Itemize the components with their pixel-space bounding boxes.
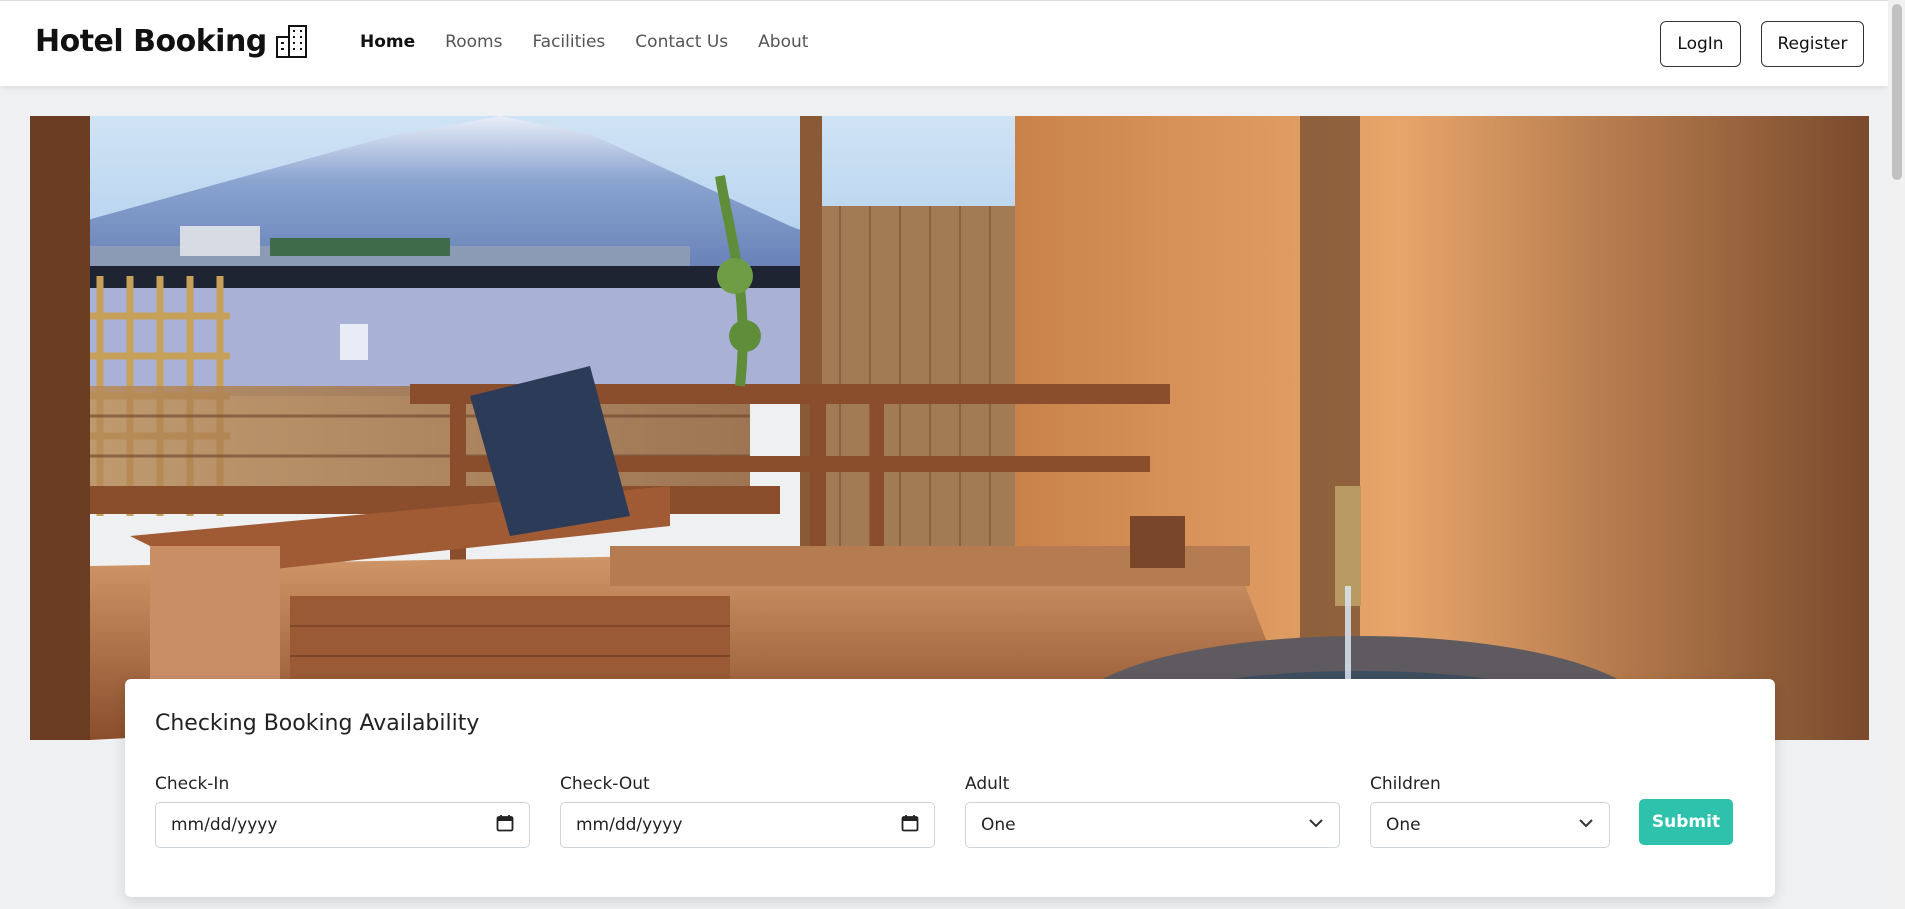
- booking-availability-card: Checking Booking Availability Check-In m…: [125, 679, 1775, 897]
- nav-facilities[interactable]: Facilities: [532, 32, 605, 52]
- checkin-input[interactable]: mm/dd/yyyy: [155, 802, 530, 848]
- brand-logo[interactable]: Hotel Booking: [35, 23, 309, 59]
- adult-select[interactable]: One: [965, 802, 1340, 848]
- checkin-label: Check-In: [155, 774, 230, 794]
- checkout-input[interactable]: mm/dd/yyyy: [560, 802, 935, 848]
- submit-button[interactable]: Submit: [1639, 799, 1733, 845]
- nav-contact-us[interactable]: Contact Us: [635, 32, 728, 52]
- page-scrollbar[interactable]: [1888, 0, 1905, 909]
- chevron-down-icon: [1308, 815, 1324, 836]
- adult-field: Adult One: [965, 774, 1340, 848]
- login-button[interactable]: LogIn: [1660, 21, 1741, 67]
- adult-label: Adult: [965, 774, 1010, 794]
- booking-card-title: Checking Booking Availability: [155, 711, 480, 736]
- chevron-down-icon: [1578, 815, 1594, 836]
- nav-links: Home Rooms Facilities Contact Us About: [360, 32, 838, 52]
- brand-title: Hotel Booking: [35, 23, 267, 59]
- children-value: One: [1386, 815, 1421, 835]
- nav-rooms[interactable]: Rooms: [445, 32, 502, 52]
- children-label: Children: [1370, 774, 1441, 794]
- checkin-field: Check-In mm/dd/yyyy: [155, 774, 530, 848]
- calendar-icon[interactable]: [496, 814, 514, 837]
- calendar-icon[interactable]: [901, 814, 919, 837]
- checkout-field: Check-Out mm/dd/yyyy: [560, 774, 935, 848]
- nav-home[interactable]: Home: [360, 32, 415, 52]
- checkout-value: mm/dd/yyyy: [576, 815, 683, 835]
- nav-about[interactable]: About: [758, 32, 808, 52]
- adult-value: One: [981, 815, 1016, 835]
- navbar: Hotel Booking Home Rooms Facilities Cont…: [0, 0, 1888, 86]
- children-select[interactable]: One: [1370, 802, 1610, 848]
- register-button[interactable]: Register: [1761, 21, 1864, 67]
- checkin-value: mm/dd/yyyy: [171, 815, 278, 835]
- scrollbar-thumb[interactable]: [1892, 4, 1902, 180]
- checkout-label: Check-Out: [560, 774, 650, 794]
- children-field: Children One: [1370, 774, 1610, 848]
- building-icon: [275, 23, 309, 59]
- hero-image: [30, 116, 1869, 740]
